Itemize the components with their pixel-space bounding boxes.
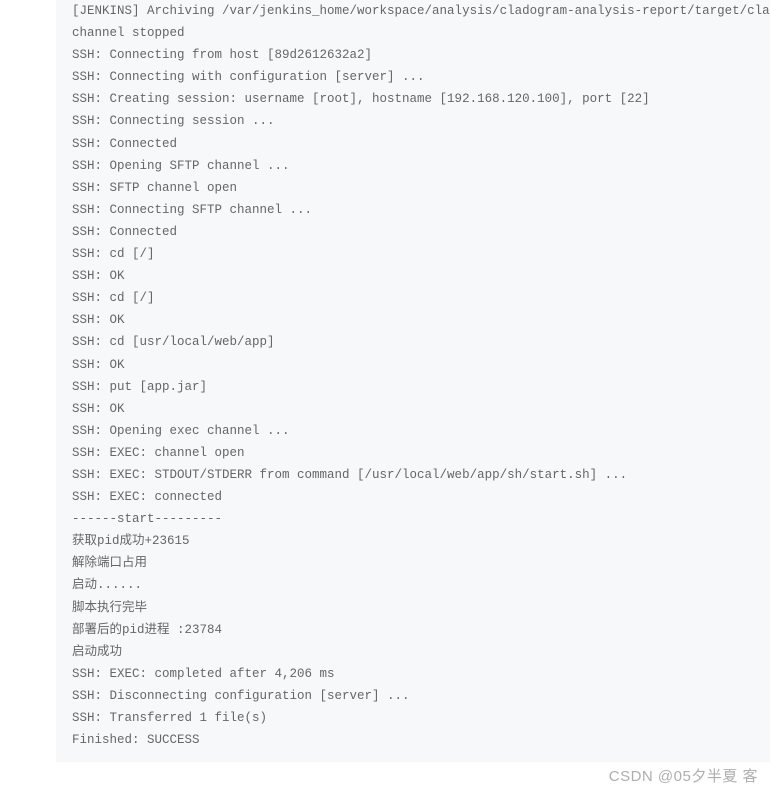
watermark-text: CSDN @05夕半夏 客 bbox=[609, 765, 758, 786]
console-output-text: [JENKINS] Archiving /var/jenkins_home/wo… bbox=[72, 0, 754, 751]
console-output-panel: [JENKINS] Archiving /var/jenkins_home/wo… bbox=[56, 0, 770, 762]
